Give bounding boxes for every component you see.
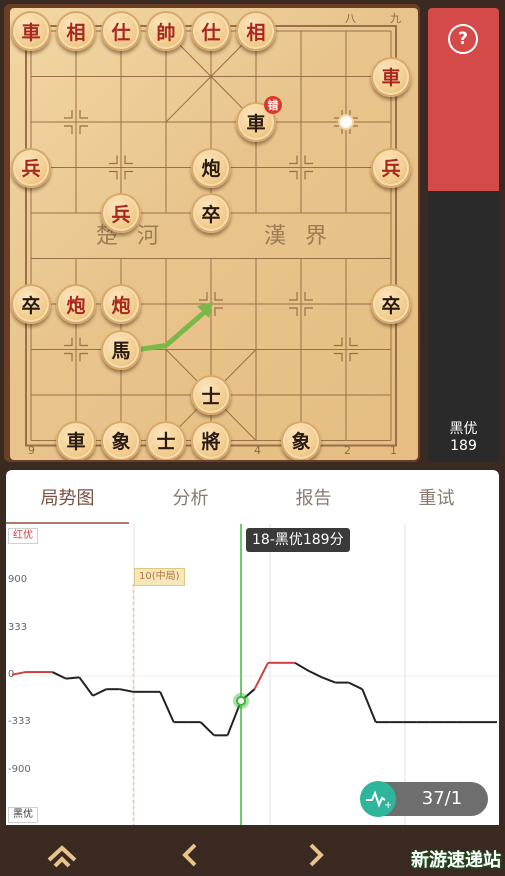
evaluation-chart-svg bbox=[6, 524, 499, 825]
piece-black-21[interactable]: 士 bbox=[146, 420, 186, 460]
target-point[interactable] bbox=[338, 114, 354, 130]
piece-black-18[interactable]: 士 bbox=[191, 375, 231, 415]
piece-red-0[interactable]: 車 bbox=[11, 11, 51, 51]
piece-red-4[interactable]: 仕 bbox=[191, 11, 231, 51]
red-advantage-tag: 红优 bbox=[8, 528, 38, 544]
y-tick-0: 0 bbox=[8, 669, 15, 680]
file-label-top-8: 八 bbox=[345, 12, 356, 25]
piece-red-1[interactable]: 相 bbox=[56, 11, 96, 51]
move-counter[interactable]: + 37/1 bbox=[360, 781, 488, 817]
piece-black-12[interactable]: 卒 bbox=[191, 193, 231, 233]
piece-red-5[interactable]: 相 bbox=[236, 11, 276, 51]
advantage-label: 黑优 bbox=[449, 421, 478, 437]
double-chevron-up-icon[interactable] bbox=[42, 838, 82, 872]
series-segment-5 bbox=[65, 676, 80, 680]
series-segment-22 bbox=[294, 661, 309, 672]
y-tick-minus-900: -900 bbox=[8, 764, 31, 775]
piece-black-20[interactable]: 象 bbox=[101, 420, 141, 460]
chevron-right-icon[interactable] bbox=[296, 838, 336, 872]
tab-report[interactable]: 报告 bbox=[252, 470, 375, 524]
evaluation-side-panel: ? 黑优 189 bbox=[428, 8, 499, 462]
bottom-nav-bar: 新游速递站 bbox=[0, 834, 505, 876]
piece-black-19[interactable]: 車 bbox=[56, 420, 96, 460]
series-segment-24 bbox=[321, 676, 336, 684]
piece-black-16[interactable]: 卒 bbox=[371, 284, 411, 324]
file-label-bottom-9: 9 bbox=[28, 444, 35, 457]
pulse-icon: + bbox=[360, 781, 396, 817]
black-advantage-tag: 黑优 bbox=[8, 807, 38, 823]
y-tick-333: 333 bbox=[8, 622, 28, 633]
piece-red-11[interactable]: 兵 bbox=[101, 193, 141, 233]
piece-red-3[interactable]: 帥 bbox=[146, 11, 186, 51]
piece-black-13[interactable]: 卒 bbox=[11, 284, 51, 324]
hover-point bbox=[236, 695, 247, 706]
tab-situation-chart[interactable]: 局势图 bbox=[6, 470, 129, 524]
y-tick-minus-333: -333 bbox=[8, 716, 31, 727]
analysis-panel: 局势图 分析 报告 重试 红优 黑优 900 333 0 -333 -900 1… bbox=[6, 470, 499, 825]
xiangqi-board[interactable]: 楚 河 漢 界 八 九 9 4 2 1 車相仕帥仕相車車错兵炮兵兵卒卒炮炮卒馬士… bbox=[10, 8, 418, 460]
file-label-bottom-2: 2 bbox=[344, 444, 351, 457]
series-segment-27 bbox=[361, 688, 377, 723]
series-segment-9 bbox=[119, 688, 134, 693]
evaluation-chart[interactable]: 红优 黑优 900 333 0 -333 -900 10(中局) 18-黑优18… bbox=[6, 524, 499, 825]
tab-bar: 局势图 分析 报告 重试 bbox=[6, 470, 499, 524]
series-segment-12 bbox=[159, 691, 175, 723]
piece-black-22[interactable]: 將 bbox=[191, 420, 231, 460]
piece-red-10[interactable]: 兵 bbox=[371, 147, 411, 188]
hover-tooltip: 18-黑优189分 bbox=[246, 528, 350, 552]
piece-black-9[interactable]: 炮 bbox=[191, 147, 231, 188]
piece-red-14[interactable]: 炮 bbox=[56, 284, 96, 324]
piece-red-2[interactable]: 仕 bbox=[101, 11, 141, 51]
series-segment-26 bbox=[348, 681, 363, 691]
piece-red-8[interactable]: 兵 bbox=[11, 147, 51, 188]
file-label-bottom-1: 1 bbox=[390, 444, 397, 457]
tab-analysis[interactable]: 分析 bbox=[129, 470, 252, 524]
piece-black-17[interactable]: 馬 bbox=[101, 329, 141, 370]
series-segment-4 bbox=[51, 671, 67, 680]
advantage-value: 189 bbox=[450, 438, 477, 454]
chevron-left-icon[interactable] bbox=[170, 838, 210, 872]
file-label-top-9: 九 bbox=[390, 12, 401, 25]
piece-red-15[interactable]: 炮 bbox=[101, 284, 141, 324]
piece-black-23[interactable]: 象 bbox=[281, 420, 321, 460]
question-circle-icon[interactable]: ? bbox=[448, 24, 478, 54]
midgame-marker-label: 10(中局) bbox=[134, 568, 185, 586]
series-segment-7 bbox=[92, 688, 107, 697]
tab-retry[interactable]: 重试 bbox=[375, 470, 498, 524]
move-arrow bbox=[136, 307, 210, 352]
river-label-right: 漢 界 bbox=[264, 224, 333, 249]
watermark: 新游速递站 bbox=[411, 850, 501, 871]
mistake-badge: 错 bbox=[264, 96, 282, 114]
piece-red-6[interactable]: 車 bbox=[371, 56, 411, 97]
file-label-bottom-4: 4 bbox=[254, 444, 261, 457]
svg-text:+: + bbox=[384, 800, 391, 809]
move-counter-text: 37/1 bbox=[421, 788, 463, 809]
y-tick-900: 900 bbox=[8, 574, 28, 585]
series-segment-15 bbox=[199, 721, 215, 737]
series-segment-6 bbox=[78, 676, 94, 697]
